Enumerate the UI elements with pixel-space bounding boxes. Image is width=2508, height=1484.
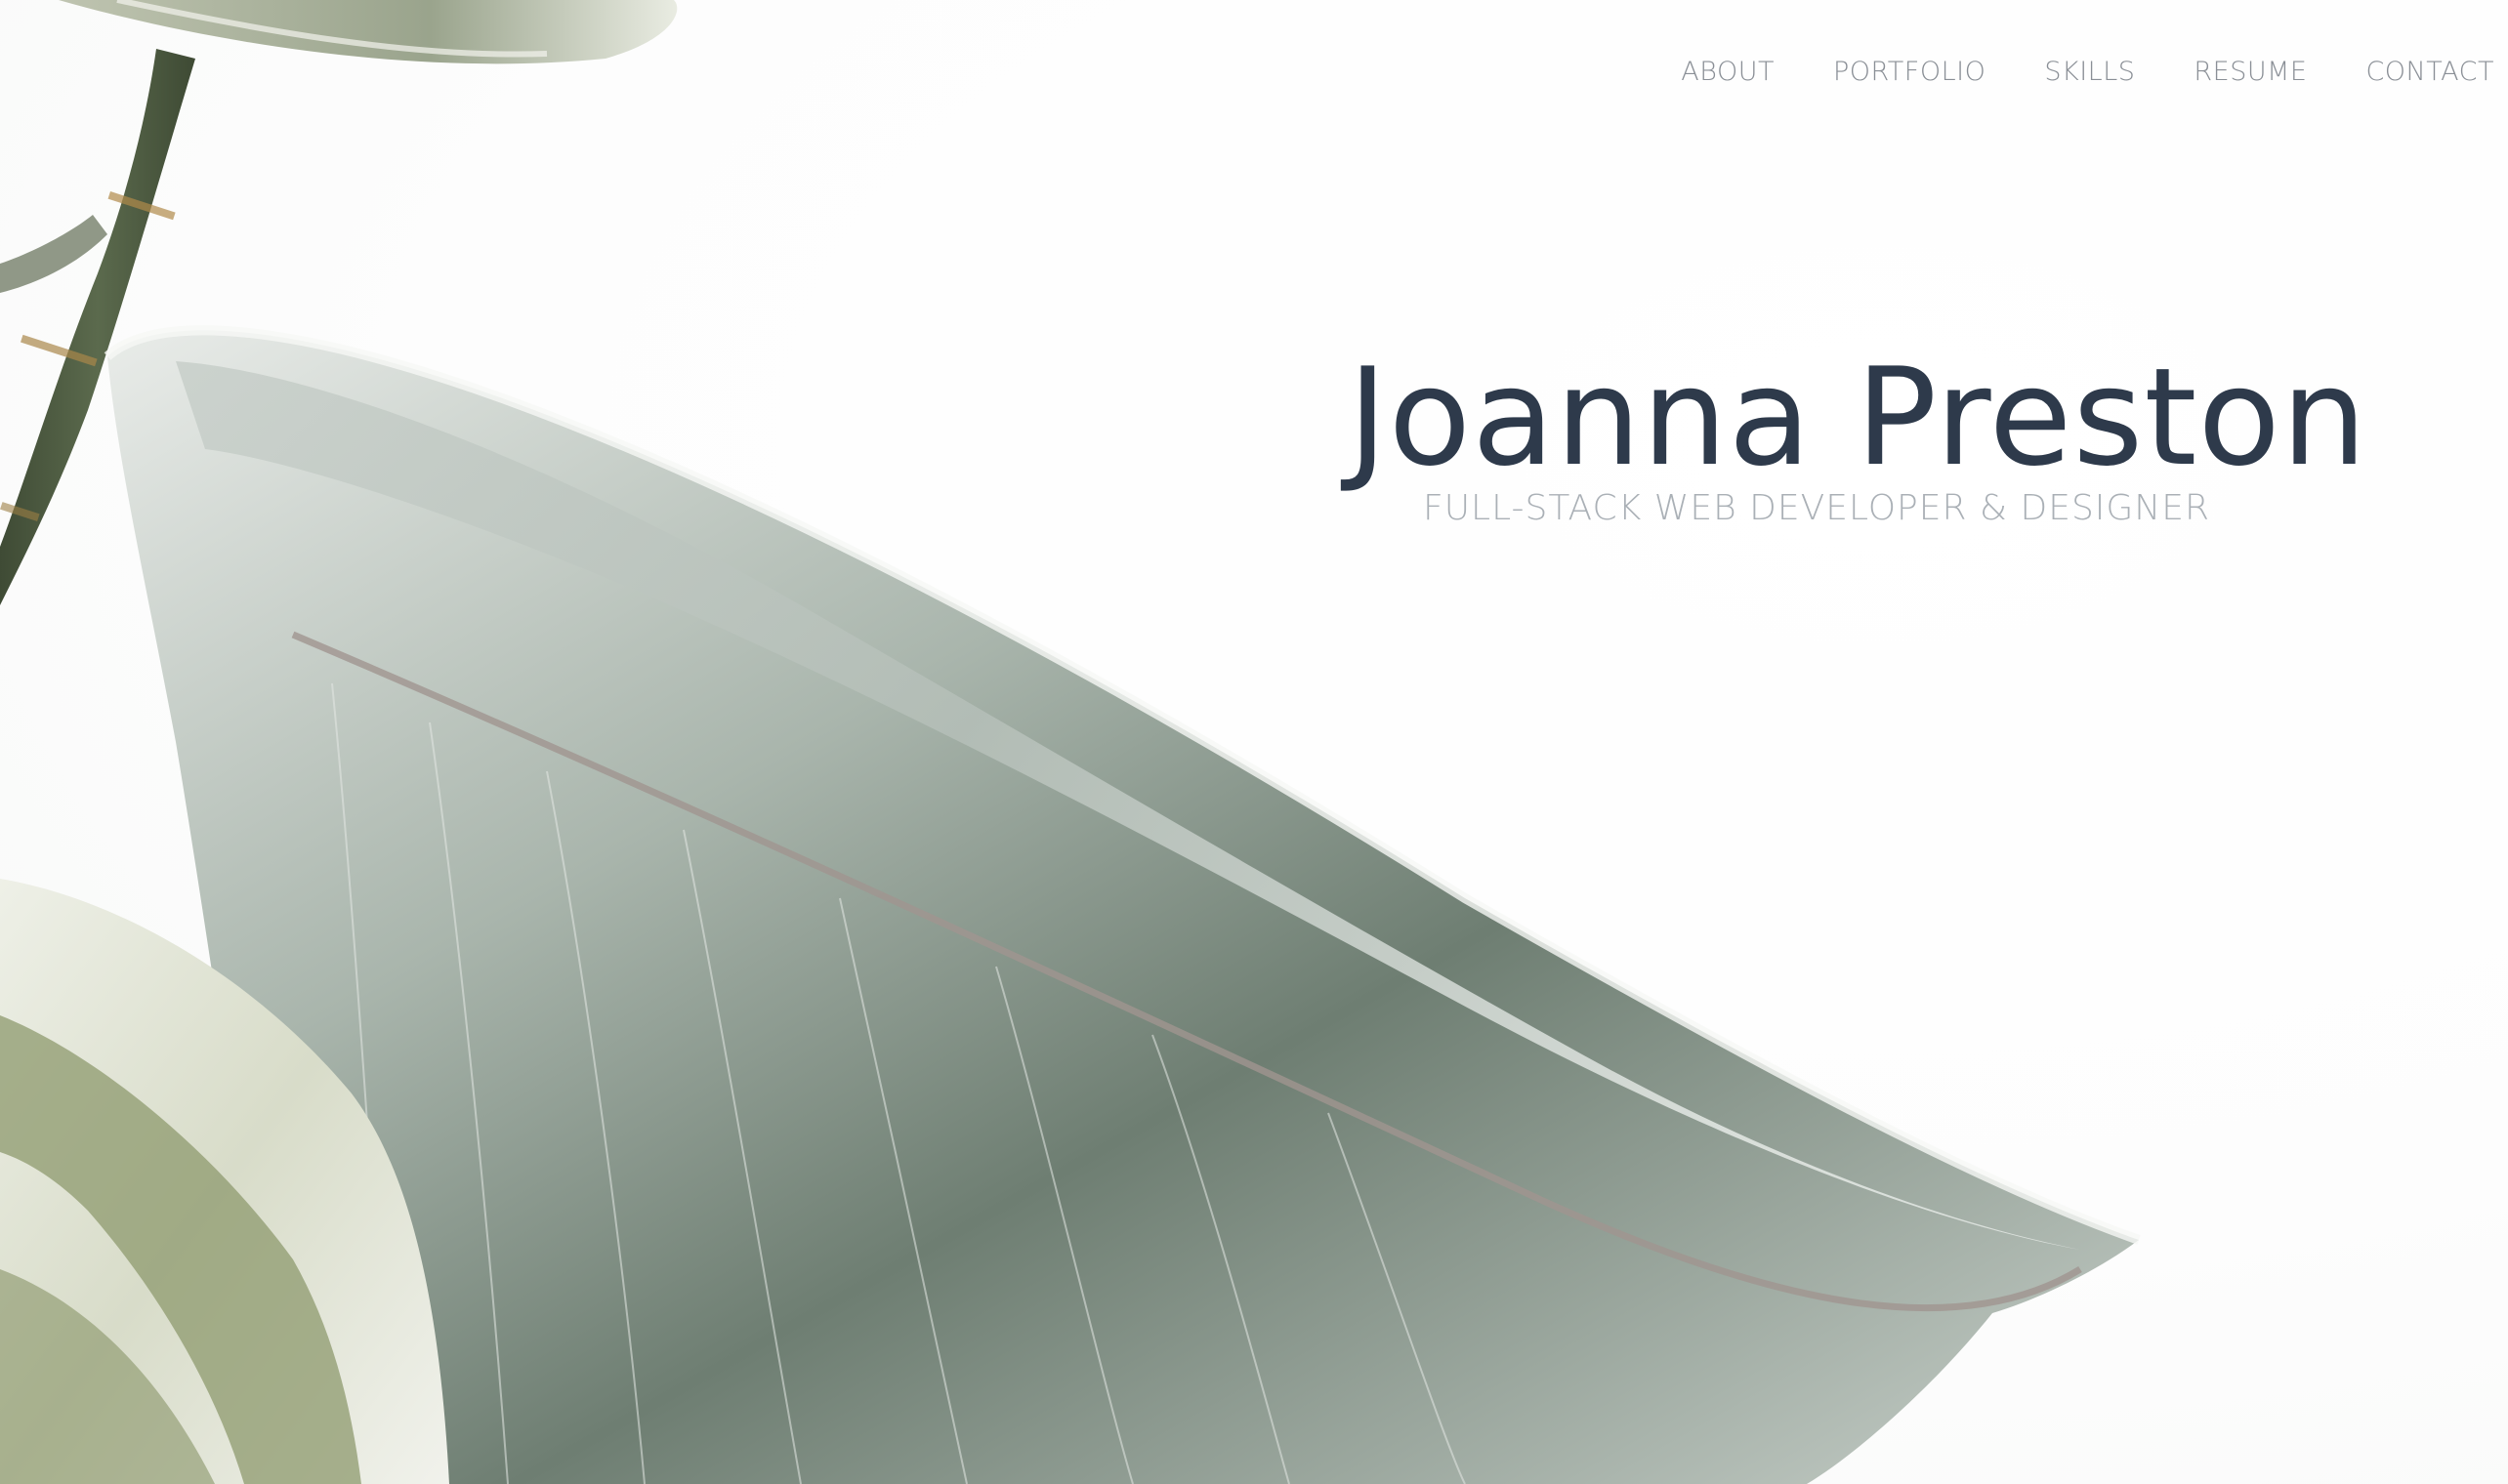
nav-contact-link[interactable]: CONTACT [2365,57,2494,87]
hero-title: Joanna Preston [1348,339,2368,496]
nav-portfolio-link[interactable]: PORTFOLIO [1833,57,1986,87]
main-nav: ABOUT PORTFOLIO SKILLS RESUME CONTACT [1681,57,2494,87]
nav-about-link[interactable]: ABOUT [1681,57,1775,87]
nav-resume-link[interactable]: RESUME [2194,57,2307,87]
nav-skills-link[interactable]: SKILLS [2044,57,2135,87]
hero-page: ABOUT PORTFOLIO SKILLS RESUME CONTACT Jo… [0,0,2508,1484]
hero-subtitle: FULL-STACK WEB DEVELOPER & DESIGNER [1422,488,2210,528]
leaf-background-image [0,0,2141,1484]
